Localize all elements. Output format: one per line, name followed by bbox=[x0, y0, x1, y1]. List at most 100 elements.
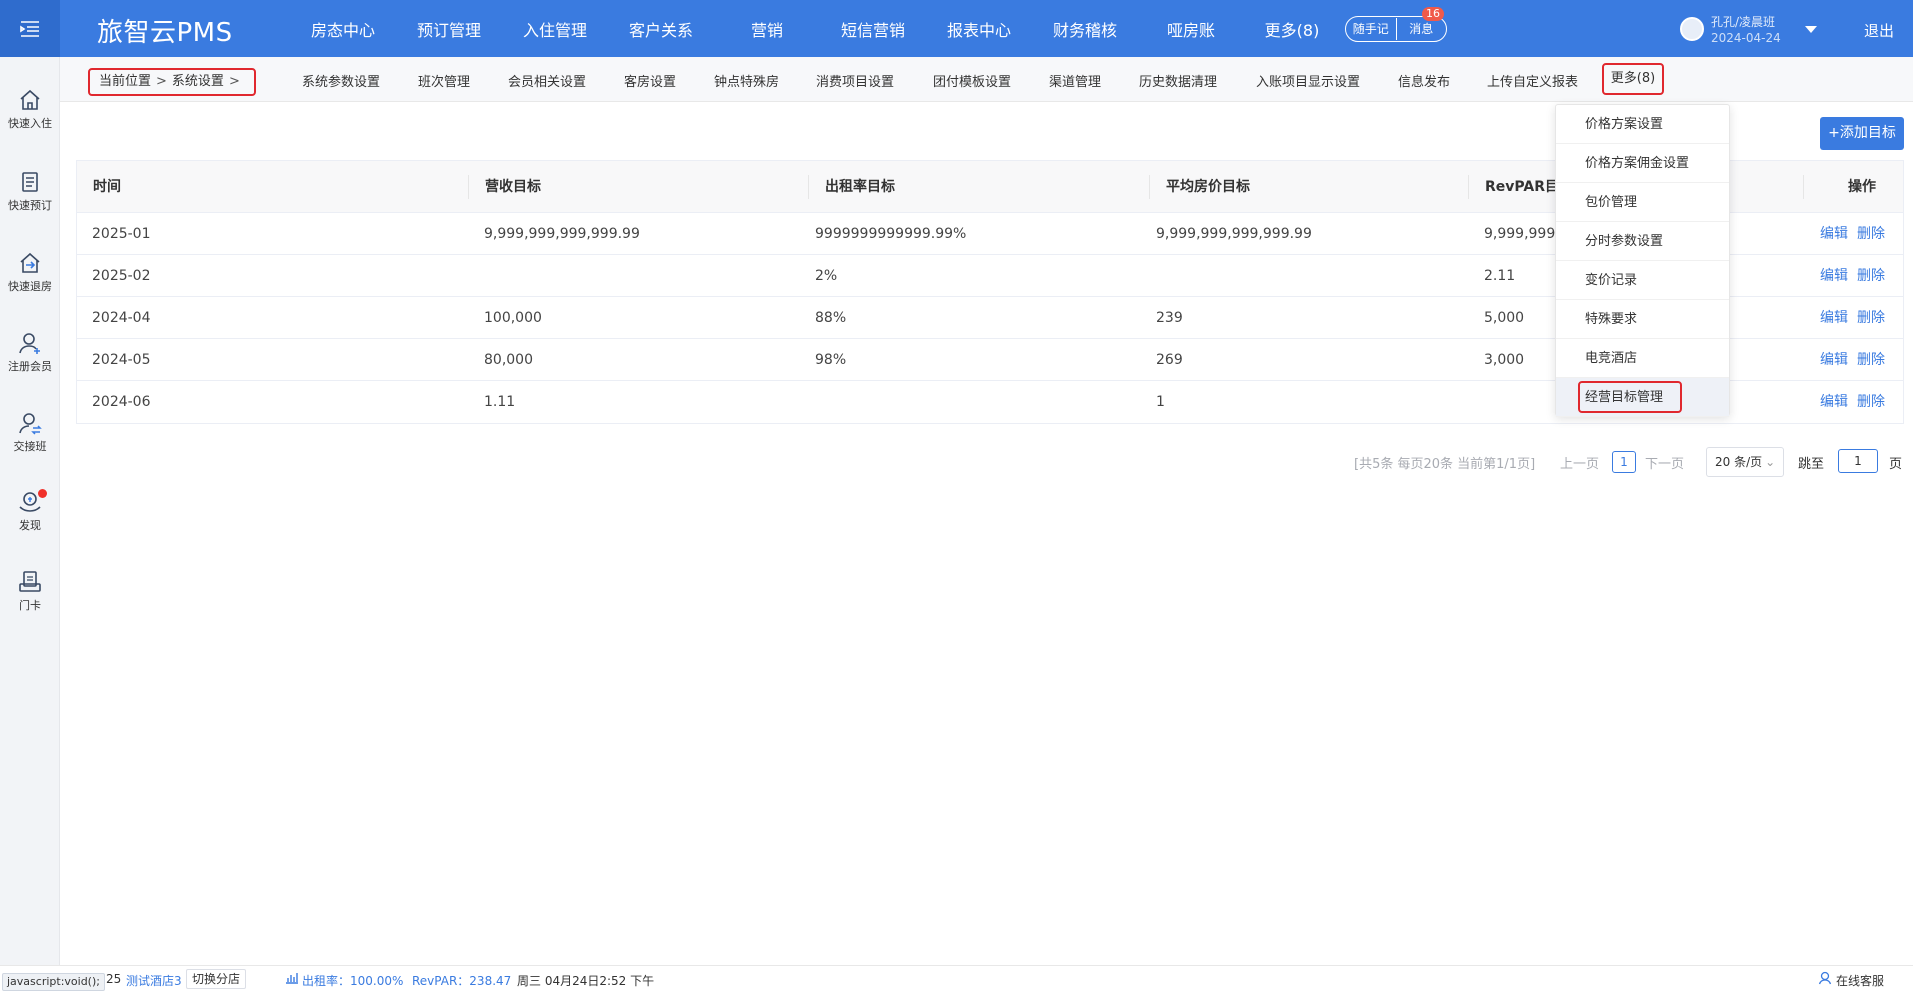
page-suffix: 页 bbox=[1889, 457, 1903, 472]
menu-icon bbox=[20, 20, 39, 37]
nav-dummy-account[interactable]: 哑房账 bbox=[1138, 17, 1244, 41]
message-count-badge: 16 bbox=[1422, 7, 1444, 21]
tab-member-settings[interactable]: 会员相关设置 bbox=[508, 71, 586, 90]
add-target-button[interactable]: +添加目标 bbox=[1820, 117, 1904, 150]
status-bar: javascript:void(); 25 测试酒店3 切换分店 出租率：100… bbox=[0, 965, 1913, 992]
jump-page-input[interactable]: 1 bbox=[1838, 449, 1878, 473]
cell-revpar: 2.11 bbox=[1484, 268, 1516, 284]
tab-channel-management[interactable]: 渠道管理 bbox=[1049, 71, 1101, 90]
page-number-button[interactable]: 1 bbox=[1612, 451, 1636, 473]
nav-room-status[interactable]: 房态中心 bbox=[290, 17, 396, 41]
tab-info-publish[interactable]: 信息发布 bbox=[1398, 71, 1450, 90]
breadcrumb-separator: > bbox=[228, 74, 240, 89]
next-page-button[interactable]: 下一页 bbox=[1645, 453, 1684, 472]
tab-upload-report[interactable]: 上传自定义报表 bbox=[1487, 71, 1578, 90]
jump-label: 跳至 bbox=[1798, 457, 1825, 472]
column-header: 平均房价目标 bbox=[1149, 175, 1250, 199]
cell-revenue: 80,000 bbox=[484, 352, 533, 368]
delete-button[interactable]: 删除 bbox=[1857, 255, 1885, 297]
menu-item-package-price[interactable]: 包价管理 bbox=[1556, 183, 1729, 222]
nav-reservation[interactable]: 预订管理 bbox=[396, 17, 502, 41]
sidebar-item-quick-booking[interactable]: 快速预订 bbox=[0, 169, 60, 213]
delete-button[interactable]: 删除 bbox=[1857, 339, 1885, 381]
app-root: 旅智云PMS 房态中心 预订管理 入住管理 客户关系 营销 短信营销 报表中心 … bbox=[0, 0, 1913, 992]
avatar[interactable] bbox=[1680, 17, 1704, 41]
menu-item-time-params[interactable]: 分时参数设置 bbox=[1556, 222, 1729, 261]
delete-button[interactable]: 删除 bbox=[1857, 381, 1885, 423]
nav-more[interactable]: 更多(8) bbox=[1244, 17, 1340, 41]
datetime-display: 周三 04月24日2:52 下午 bbox=[517, 974, 655, 988]
tab-system-params[interactable]: 系统参数设置 bbox=[302, 71, 380, 90]
edit-button[interactable]: 编辑 bbox=[1820, 213, 1848, 255]
menu-item-business-targets[interactable]: 经营目标管理 bbox=[1556, 378, 1729, 417]
brand-logo: 旅智云PMS bbox=[97, 18, 233, 48]
column-header: 出租率目标 bbox=[808, 175, 895, 199]
cell-revenue: 1.11 bbox=[484, 394, 516, 410]
occupancy-stat: 出租率：100.00% bbox=[302, 974, 404, 988]
sidebar-item-label: 门卡 bbox=[19, 599, 41, 612]
sidebar-item-register-member[interactable]: 注册会员 bbox=[0, 330, 60, 374]
cell-adr: 269 bbox=[1156, 352, 1183, 368]
tab-consumption-items[interactable]: 消费项目设置 bbox=[816, 71, 894, 90]
sidebar-item-discover[interactable]: 发现 bbox=[0, 489, 60, 533]
menu-item-special-requests[interactable]: 特殊要求 bbox=[1556, 300, 1729, 339]
online-service-link[interactable]: 在线客服 bbox=[1836, 972, 1884, 989]
sidebar-item-label: 快速入住 bbox=[8, 117, 52, 130]
page-size-select[interactable]: 20 条/页 ⌄ bbox=[1706, 447, 1784, 477]
nav-marketing[interactable]: 营销 bbox=[714, 17, 820, 41]
edit-button[interactable]: 编辑 bbox=[1820, 339, 1848, 381]
booking-icon bbox=[22, 172, 38, 192]
menu-item-price-commission[interactable]: 价格方案佣金设置 bbox=[1556, 144, 1729, 183]
home-icon bbox=[20, 89, 40, 110]
switch-branch-button[interactable]: 切换分店 bbox=[186, 969, 247, 989]
sidebar-item-shift-handover[interactable]: 交接班 bbox=[0, 410, 60, 454]
tab-room-settings[interactable]: 客房设置 bbox=[624, 71, 676, 90]
nav-sms-marketing[interactable]: 短信营销 bbox=[820, 17, 926, 41]
menu-item-esports-hotel[interactable]: 电竞酒店 bbox=[1556, 339, 1729, 378]
nav-checkin[interactable]: 入住管理 bbox=[502, 17, 608, 41]
logout-button[interactable]: 退出 bbox=[1864, 20, 1894, 41]
tab-history-cleanup[interactable]: 历史数据清理 bbox=[1139, 71, 1217, 90]
chevron-down-icon[interactable] bbox=[1805, 26, 1817, 33]
notification-dot bbox=[38, 489, 47, 498]
prev-page-button[interactable]: 上一页 bbox=[1560, 453, 1599, 472]
column-header: 时间 bbox=[93, 179, 121, 195]
breadcrumb-current[interactable]: 系统设置 bbox=[172, 74, 224, 89]
menu-toggle-button[interactable] bbox=[0, 0, 60, 57]
shift-handover-icon bbox=[19, 413, 42, 435]
nav-customer[interactable]: 客户关系 bbox=[608, 17, 714, 41]
tab-shift-management[interactable]: 班次管理 bbox=[418, 71, 470, 90]
breadcrumb-separator: > bbox=[156, 74, 167, 89]
delete-button[interactable]: 删除 bbox=[1857, 297, 1885, 339]
tab-posting-display[interactable]: 入账项目显示设置 bbox=[1256, 71, 1360, 90]
sidebar-item-label: 发现 bbox=[19, 519, 41, 532]
breadcrumb: 当前位置 > 系统设置 > bbox=[88, 68, 256, 96]
sidebar-item-door-card[interactable]: 门卡 bbox=[0, 569, 60, 613]
more-dropdown-menu: 价格方案设置 价格方案佣金设置 包价管理 分时参数设置 变价记录 特殊要求 电竞… bbox=[1555, 104, 1730, 417]
edit-button[interactable]: 编辑 bbox=[1820, 255, 1848, 297]
cell-occupancy: 9999999999999.99% bbox=[815, 226, 967, 242]
tab-hourly-room[interactable]: 钟点特殊房 bbox=[714, 71, 779, 90]
sidebar-item-quick-checkout[interactable]: 快速退房 bbox=[0, 250, 60, 294]
delete-button[interactable]: 删除 bbox=[1857, 213, 1885, 255]
tab-group-template[interactable]: 团付模板设置 bbox=[933, 71, 1011, 90]
sub-nav: 当前位置 > 系统设置 > 系统参数设置 班次管理 会员相关设置 客房设置 钟点特殊房… bbox=[60, 57, 1913, 102]
note-button[interactable]: 随手记 bbox=[1346, 18, 1397, 40]
message-button[interactable]: 消息 bbox=[1397, 18, 1447, 40]
nav-reports[interactable]: 报表中心 bbox=[926, 17, 1032, 41]
cell-time: 2024-04 bbox=[92, 310, 151, 326]
menu-item-price-plan[interactable]: 价格方案设置 bbox=[1556, 105, 1729, 144]
cell-revpar: 3,000 bbox=[1484, 352, 1525, 368]
sidebar-item-quick-checkin[interactable]: 快速入住 bbox=[0, 87, 60, 131]
user-name[interactable]: 孔孔/凌晨班 bbox=[1711, 13, 1775, 30]
tab-more[interactable]: 更多(8) bbox=[1602, 63, 1664, 95]
cell-adr: 1 bbox=[1156, 394, 1165, 410]
current-hotel-link[interactable]: 测试酒店3 bbox=[126, 972, 182, 989]
menu-item-price-change-log[interactable]: 变价记录 bbox=[1556, 261, 1729, 300]
edit-button[interactable]: 编辑 bbox=[1820, 381, 1848, 423]
user-date: 2024-04-24 bbox=[1711, 31, 1781, 45]
nav-finance[interactable]: 财务稽核 bbox=[1032, 17, 1138, 41]
cell-time: 2025-01 bbox=[92, 226, 151, 242]
cell-revpar: 9,999,999, bbox=[1484, 226, 1560, 242]
edit-button[interactable]: 编辑 bbox=[1820, 297, 1848, 339]
